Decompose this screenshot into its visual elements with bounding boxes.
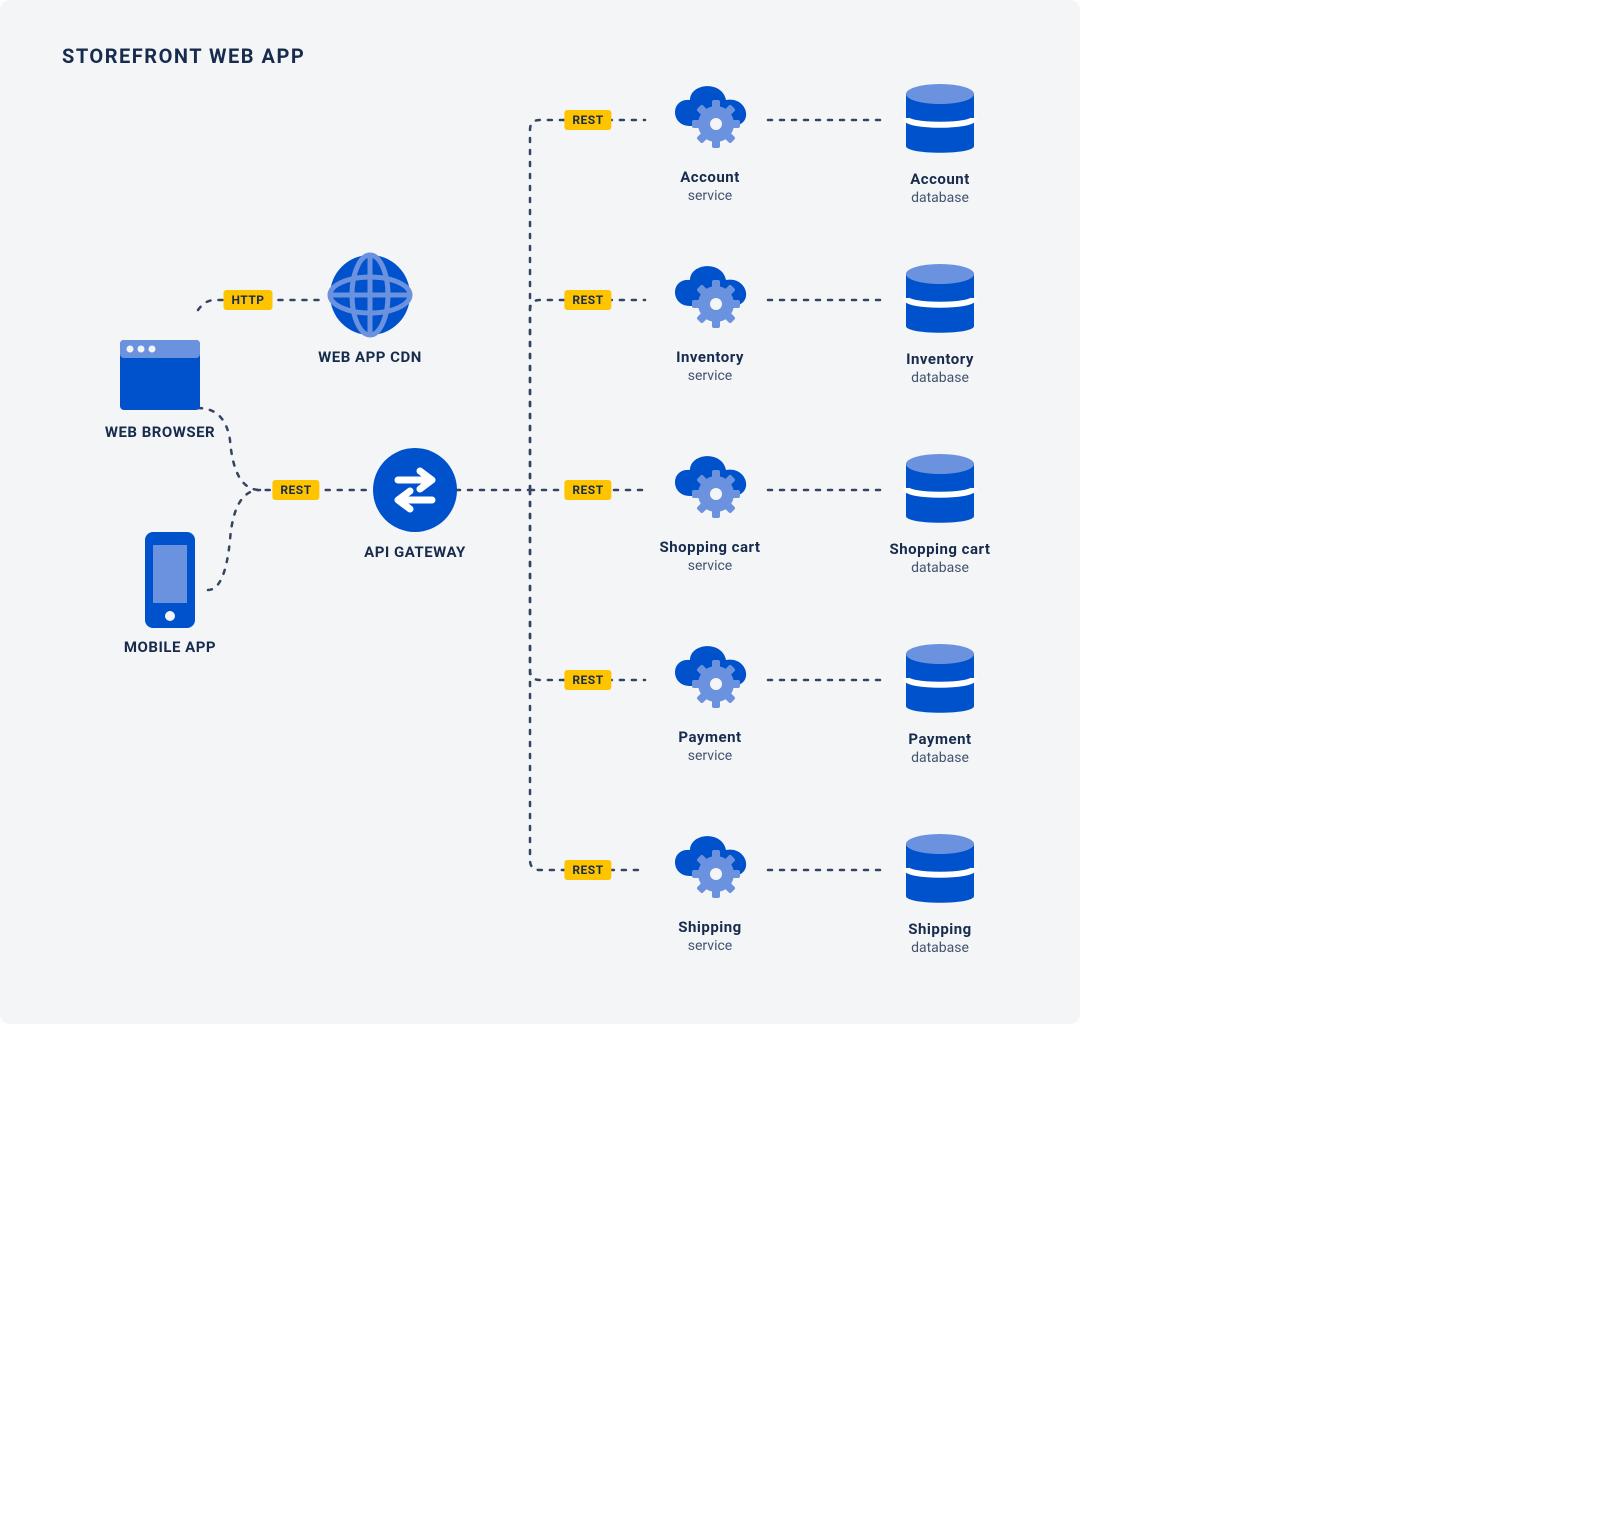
node-database: Account database [870,78,1010,206]
node-service: Shopping cart service [640,448,780,574]
node-label: API GATEWAY [364,543,466,561]
node-sublabel: service [688,748,732,764]
edge-label-rest-0: REST [564,110,611,130]
node-database: Inventory database [870,258,1010,386]
node-service: Shipping service [640,828,780,954]
database-icon [898,828,982,912]
database-icon [898,78,982,162]
node-label: WEB BROWSER [105,423,215,441]
diagram-title: STOREFRONT WEB APP [62,44,305,68]
node-api-gateway: API GATEWAY [345,445,485,561]
database-icon [898,638,982,722]
api-gateway-icon [370,445,460,535]
node-label: Shipping [908,920,971,938]
node-sublabel: service [688,368,732,384]
edge-label-rest-2: REST [564,480,611,500]
node-label: Inventory [676,348,744,366]
architecture-diagram: STOREFRONT WEB APP .d{stroke:#344563;str… [0,0,1080,1024]
node-sublabel: database [911,190,969,206]
node-label: Inventory [906,350,974,368]
edge-label-rest-gateway: REST [272,480,319,500]
node-label: Payment [678,728,741,746]
node-database: Shopping cart database [870,448,1010,576]
node-sublabel: service [688,188,732,204]
node-mobile-app: MOBILE APP [100,530,240,656]
node-label: MOBILE APP [124,638,216,656]
database-icon [898,448,982,532]
database-icon [898,258,982,342]
cloud-gear-icon [660,638,760,720]
edge-label-http: HTTP [223,290,272,310]
node-sublabel: database [911,940,969,956]
cloud-gear-icon [660,448,760,530]
globe-icon [325,250,415,340]
edge-label-rest-4: REST [564,860,611,880]
cloud-gear-icon [660,258,760,340]
node-label: Payment [908,730,971,748]
node-sublabel: service [688,938,732,954]
node-web-browser: WEB BROWSER [90,335,230,441]
node-sublabel: database [911,370,969,386]
node-label: Account [680,168,740,186]
node-label: Shopping cart [890,540,991,558]
node-sublabel: service [688,558,732,574]
node-service: Payment service [640,638,780,764]
node-service: Inventory service [640,258,780,384]
node-label: WEB APP CDN [318,348,422,366]
edge-label-rest-3: REST [564,670,611,690]
mobile-phone-icon [140,530,200,630]
node-web-app-cdn: WEB APP CDN [300,250,440,366]
edge-label-rest-1: REST [564,290,611,310]
node-label: Shipping [678,918,741,936]
node-sublabel: database [911,750,969,766]
cloud-gear-icon [660,78,760,160]
node-label: Account [910,170,970,188]
node-service: Account service [640,78,780,204]
node-database: Payment database [870,638,1010,766]
node-sublabel: database [911,560,969,576]
cloud-gear-icon [660,828,760,910]
browser-window-icon [115,335,205,415]
node-database: Shipping database [870,828,1010,956]
node-label: Shopping cart [660,538,761,556]
